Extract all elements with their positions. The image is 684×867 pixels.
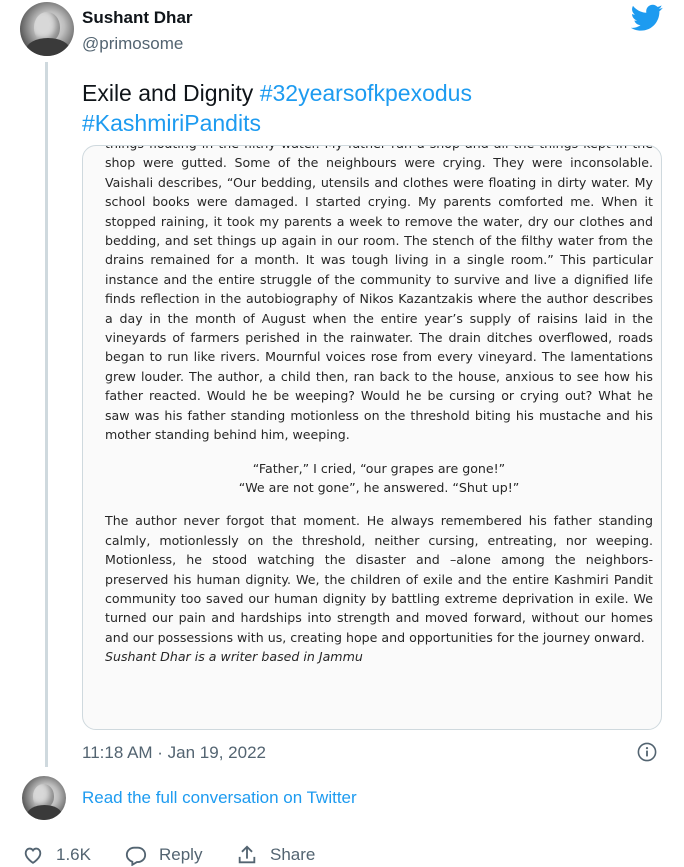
share-label: Share <box>270 845 316 864</box>
share-button[interactable]: Share <box>236 844 315 866</box>
author-name[interactable]: Sushant Dhar <box>82 8 193 28</box>
tweet-text: Exile and Dignity #32yearsofkpexodus #Ka… <box>82 78 662 138</box>
share-upload-icon <box>238 845 256 864</box>
article-quote-line-2: “We are not gone”, he answered. “Shut up… <box>238 479 520 495</box>
article-paragraph-2: The author never forgot that moment. He … <box>105 513 653 645</box>
tweet-timestamp[interactable]: 11:18 AM · Jan 19, 2022 <box>82 743 266 763</box>
hashtag-link-kashmiri-pandits[interactable]: #KashmiriPandits <box>82 110 261 136</box>
info-icon[interactable] <box>637 742 657 762</box>
hashtag-link-exodus[interactable]: #32yearsofkpexodus <box>260 80 472 106</box>
like-count: 1.6K <box>56 845 91 864</box>
article-text-image: things floating in the filthy water. My … <box>105 146 653 667</box>
twitter-bird-icon[interactable] <box>631 4 663 32</box>
speech-bubble-icon <box>125 846 147 866</box>
reader-avatar[interactable] <box>22 776 66 820</box>
heart-icon <box>24 847 42 864</box>
reply-button[interactable]: Reply <box>125 844 202 866</box>
attached-image-card[interactable]: things floating in the filthy water. My … <box>82 145 662 730</box>
article-paragraph-1: things floating in the filthy water. My … <box>105 146 653 443</box>
article-quote: “Father,” I cried, “our grapes are gone!… <box>105 459 653 498</box>
author-handle[interactable]: @primosome <box>82 34 183 54</box>
thread-line <box>45 62 48 767</box>
read-conversation-link[interactable]: Read the full conversation on Twitter <box>82 788 357 808</box>
article-quote-line-1: “Father,” I cried, “our grapes are gone!… <box>252 460 506 476</box>
author-avatar[interactable] <box>20 2 74 56</box>
tweet-action-bar: 1.6K Reply Share <box>0 838 684 867</box>
like-button[interactable]: 1.6K <box>22 844 91 866</box>
article-byline: Sushant Dhar is a writer based in Jammu <box>105 649 363 665</box>
reply-label: Reply <box>159 845 203 864</box>
tweet-title-text: Exile and Dignity <box>82 80 260 106</box>
